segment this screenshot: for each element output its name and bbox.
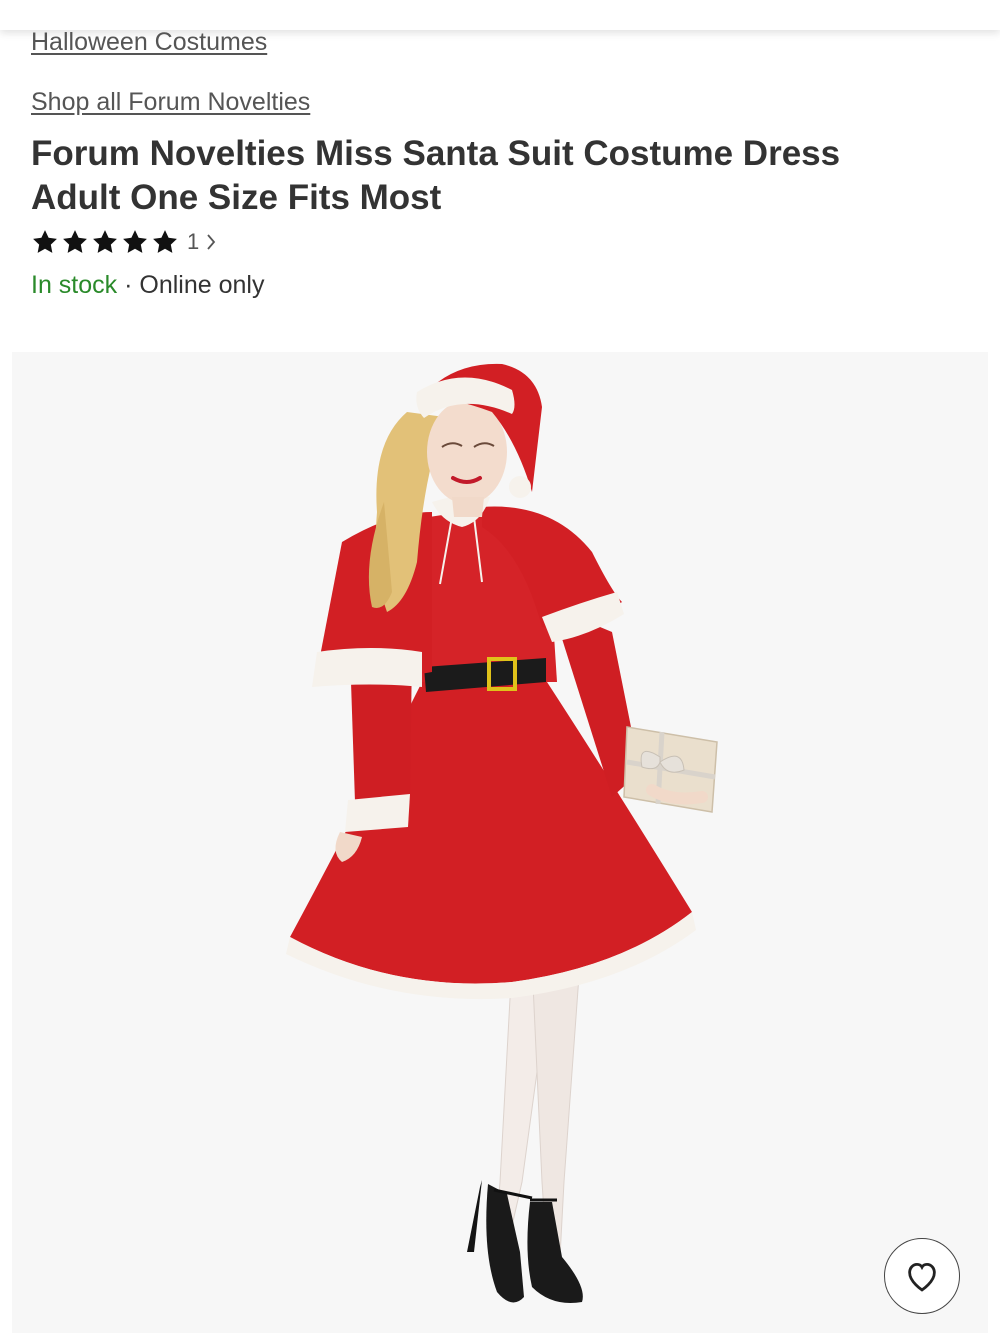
product-title: Forum Novelties Miss Santa Suit Costume …: [31, 134, 841, 217]
availability-separator: ·: [124, 271, 133, 299]
star-icon: [31, 228, 59, 256]
review-count: 1: [187, 229, 200, 254]
top-header-bar: [0, 0, 1000, 30]
favorite-button[interactable]: [884, 1238, 960, 1314]
availability-row: In stock · Online only: [31, 271, 264, 300]
star-icon: [151, 228, 179, 256]
product-image[interactable]: [12, 352, 988, 1333]
star-icon: [61, 228, 89, 256]
shop-all-brand-link[interactable]: Shop all Forum Novelties: [31, 88, 310, 117]
chevron-right-icon: [205, 232, 217, 252]
stock-status: In stock: [31, 271, 118, 299]
star-icon: [91, 228, 119, 256]
star-rating: [31, 228, 179, 256]
review-count-link[interactable]: 1: [187, 229, 217, 255]
breadcrumb-category-link[interactable]: Halloween Costumes: [31, 28, 267, 57]
product-page: Halloween Costumes Shop all Forum Novelt…: [0, 0, 1000, 1333]
availability-note: Online only: [139, 271, 265, 299]
product-photo-illustration: [286, 363, 718, 1303]
rating-summary[interactable]: 1: [31, 226, 217, 258]
heart-icon: [903, 1259, 941, 1293]
star-icon: [121, 228, 149, 256]
